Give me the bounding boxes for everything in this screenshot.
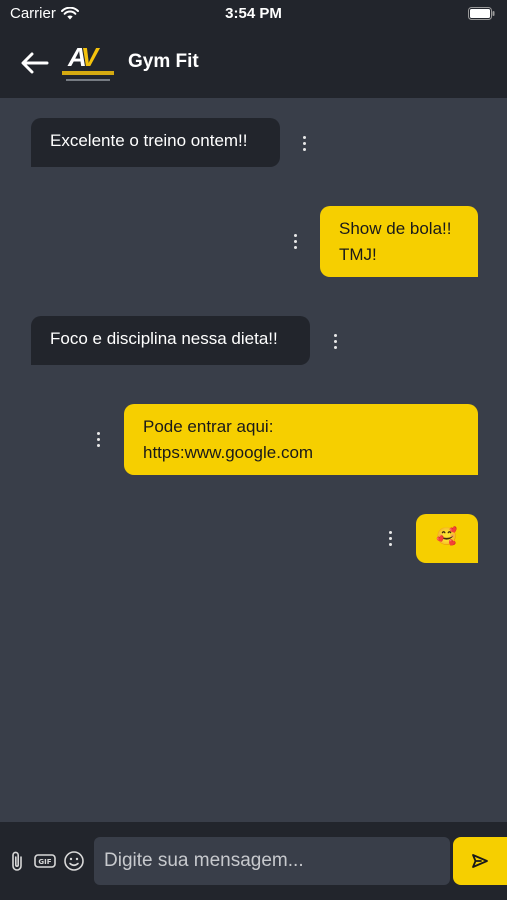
message-bubble-received: Excelente o treino ontem!! bbox=[31, 118, 280, 167]
message-bubble-sent: 🥰 bbox=[416, 514, 478, 563]
page-title: Gym Fit bbox=[128, 51, 199, 72]
message-emoji: 🥰 bbox=[436, 527, 458, 546]
message-input[interactable] bbox=[94, 837, 450, 885]
message-composer: GIF bbox=[0, 822, 507, 900]
send-icon bbox=[472, 854, 488, 868]
status-bar: Carrier 3:54 PM bbox=[0, 0, 507, 28]
smiley-icon bbox=[64, 851, 84, 871]
gif-icon: GIF bbox=[34, 854, 56, 868]
message-options-button[interactable] bbox=[288, 228, 302, 254]
angelo-valverde-logo-icon: AV bbox=[62, 42, 114, 86]
message-text: Foco e disciplina nessa dieta!! bbox=[50, 329, 278, 348]
message-text-line: https:www.google.com bbox=[143, 443, 314, 462]
message-options-button[interactable] bbox=[297, 130, 311, 156]
send-button[interactable] bbox=[453, 837, 507, 885]
message-bubble-received: Foco e disciplina nessa dieta!! bbox=[31, 316, 310, 365]
message-bubble-sent: Pode entrar aqui: https:www.google.com bbox=[124, 404, 478, 475]
message-text-line: Pode entrar aqui: bbox=[143, 417, 274, 436]
message-text-line: Show de bola!! bbox=[339, 219, 452, 238]
svg-text:GIF: GIF bbox=[38, 858, 51, 866]
battery-icon bbox=[468, 7, 495, 20]
message-text-line: TMJ! bbox=[339, 245, 377, 264]
message-bubble-sent: Show de bola!! TMJ! bbox=[320, 206, 478, 277]
arrow-left-icon bbox=[21, 52, 49, 74]
paperclip-icon bbox=[12, 851, 22, 871]
emoji-button[interactable] bbox=[63, 850, 85, 872]
message-options-button[interactable] bbox=[328, 328, 342, 354]
attach-button[interactable] bbox=[6, 850, 28, 872]
status-time: 3:54 PM bbox=[225, 5, 282, 22]
gif-button[interactable]: GIF bbox=[34, 850, 56, 872]
message-list[interactable]: Excelente o treino ontem!! Show de bola!… bbox=[0, 98, 507, 822]
message-options-button[interactable] bbox=[383, 525, 397, 551]
back-button[interactable] bbox=[18, 48, 52, 78]
home-indicator-area bbox=[0, 896, 507, 900]
message-text: Excelente o treino ontem!! bbox=[50, 131, 248, 150]
app-header: AV Gym Fit bbox=[0, 28, 507, 98]
message-options-button[interactable] bbox=[91, 426, 105, 452]
